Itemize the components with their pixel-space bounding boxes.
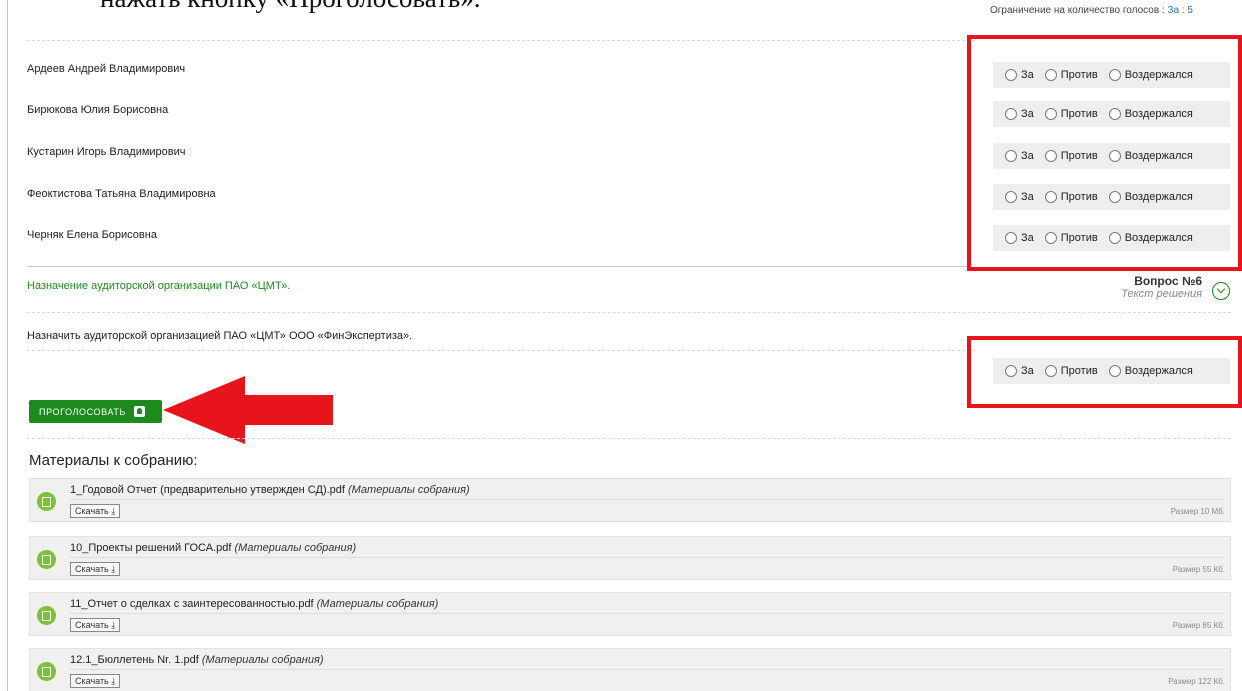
left-border (7, 0, 8, 691)
material-item: 1_Годовой Отчет (предварительно утвержде… (29, 478, 1231, 522)
material-item: 12.1_Бюллетень Nr. 1.pdf (Материалы собра… (29, 648, 1231, 691)
divider (70, 499, 1224, 500)
material-filename[interactable]: 10_Проекты решений ГОСА.pdf (70, 542, 231, 554)
divider (27, 40, 975, 41)
divider (70, 669, 1224, 670)
candidate-name: Феоктистова Татьяна Владимировна (27, 188, 216, 200)
divider (70, 613, 1224, 614)
candidate-name: Бирюкова Юлия Борисовна (27, 104, 169, 116)
material-size: Размер 55 Кб. (1172, 565, 1225, 574)
material-size: Размер 85 Кб. (1172, 621, 1225, 630)
download-button[interactable]: Скачать ⤓ (70, 504, 121, 518)
material-file[interactable]: 11_Отчет о сделках с заинтересованностью… (70, 598, 438, 610)
materials-title: Материалы к собранию: (29, 452, 198, 469)
material-size: Размер 10 Мб. (1170, 507, 1225, 516)
candidate-name: Черняк Елена Борисовна (27, 229, 157, 241)
divider (27, 266, 967, 267)
pdf-icon (37, 662, 56, 681)
vote-limit-value: За : 5 (1167, 5, 1193, 16)
vote-limit: Ограничение на количество голосов : За :… (975, 0, 1231, 20)
download-button[interactable]: Скачать ⤓ (70, 562, 121, 576)
annotation-frame (967, 35, 1242, 271)
divider (27, 312, 1231, 313)
divider (27, 350, 975, 351)
question-subtitle: Текст решения (1121, 288, 1202, 300)
material-category: (Материалы собрания) (201, 654, 324, 666)
material-file[interactable]: 12.1_Бюллетень Nr. 1.pdf (Материалы собра… (70, 654, 324, 666)
material-item: 11_Отчет о сделках с заинтересованностью… (29, 592, 1231, 636)
divider (70, 557, 1224, 558)
arrow-shape (163, 376, 333, 444)
material-category: (Материалы собрания) (316, 598, 439, 610)
candidate-name: Ардеев Андрей Владимирович (27, 63, 186, 75)
material-size: Размер 122 Кб. (1168, 677, 1225, 686)
pdf-icon (37, 550, 56, 569)
divider (27, 438, 1231, 439)
material-filename[interactable]: 1_Годовой Отчет (предварительно утвержде… (70, 484, 345, 496)
bell-icon (133, 406, 145, 417)
download-button[interactable]: Скачать ⤓ (70, 618, 121, 632)
material-file[interactable]: 1_Годовой Отчет (предварительно утвержде… (70, 484, 470, 496)
annotation-arrow (163, 376, 333, 444)
material-filename[interactable]: 12.1_Бюллетень Nr. 1.pdf (70, 654, 199, 666)
download-button[interactable]: Скачать ⤓ (70, 674, 121, 688)
pdf-icon (37, 492, 56, 511)
decision-text: Назначить аудиторской организацией ПАО «… (27, 330, 413, 342)
material-file[interactable]: 10_Проекты решений ГОСА.pdf (Материалы со… (70, 542, 356, 554)
candidate-name: Кустарин Игорь Владимирович (27, 146, 186, 158)
vote-limit-label: Ограничение на количество голосов : (990, 5, 1165, 16)
material-category: (Материалы собрания) (234, 542, 357, 554)
vote-button[interactable]: ПРОГОЛОСОВАТЬ (29, 400, 162, 423)
question-number-label: Вопрос №6 (1134, 274, 1202, 288)
question-number: Вопрос №6 Текст решения (1060, 274, 1202, 301)
pdf-icon (37, 606, 56, 625)
vote-button-label: ПРОГОЛОСОВАТЬ (39, 406, 126, 417)
instruction-heading: нажать кнопку «Проголосовать». (100, 0, 480, 14)
material-category: (Материалы собрания) (347, 484, 470, 496)
material-filename[interactable]: 11_Отчет о сделках с заинтересованностью… (70, 598, 314, 610)
material-item: 10_Проекты решений ГОСА.pdf (Материалы со… (29, 536, 1231, 580)
annotation-frame (967, 336, 1242, 408)
chevron-down-icon[interactable] (1212, 282, 1230, 300)
question-title: Назначение аудиторской организации ПАО «… (27, 280, 291, 292)
